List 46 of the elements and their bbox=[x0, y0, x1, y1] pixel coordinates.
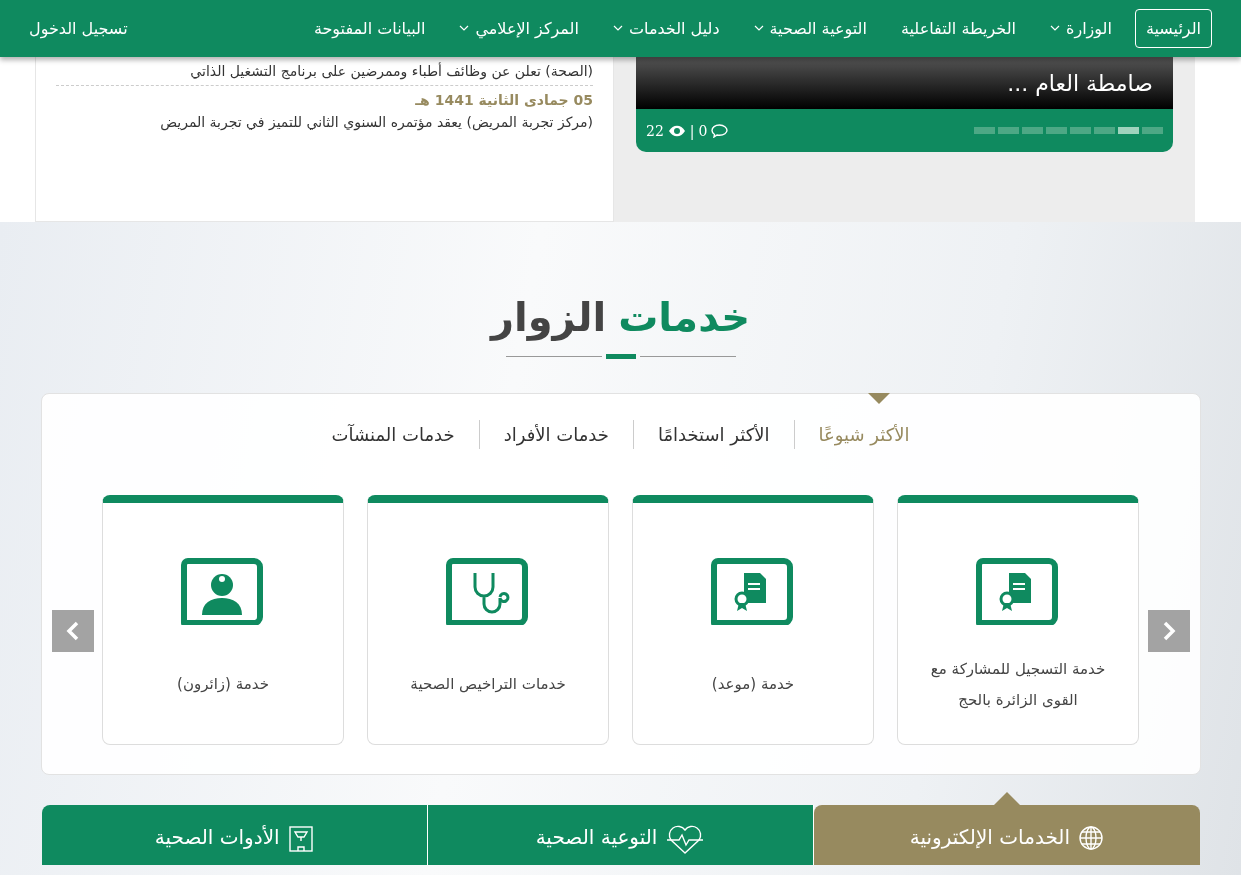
section-title: خدمات bbox=[618, 294, 751, 340]
nav-item[interactable]: الوزارة bbox=[1039, 9, 1123, 48]
comment-count: 0 bbox=[698, 122, 708, 139]
nav-item[interactable]: دليل الخدمات bbox=[601, 9, 731, 48]
document-icon bbox=[710, 557, 796, 625]
nav-item[interactable]: الرئيسية bbox=[1134, 9, 1212, 48]
tab-pointer bbox=[993, 792, 1020, 805]
service-label: خدمة التسجيل للمشاركة مع القوى الزائرة بالحج bbox=[929, 658, 1107, 711]
nav-item[interactable]: الخريطة التفاعلية bbox=[889, 9, 1027, 48]
globe-icon bbox=[1077, 825, 1104, 851]
document-icon bbox=[975, 557, 1061, 625]
stats-separator: | bbox=[689, 122, 695, 139]
category-tab[interactable]: التوعية الصحية bbox=[427, 805, 815, 865]
service-card[interactable]: خدمات التراخيص الصحية bbox=[367, 495, 609, 745]
nav-item[interactable]: البيانات المفتوحة bbox=[302, 9, 437, 48]
heart-pulse-icon bbox=[665, 825, 706, 855]
tab-pointer bbox=[867, 393, 890, 404]
service-card[interactable]: خدمة (موعد) bbox=[632, 495, 874, 745]
services-tab[interactable]: الأكثر شيوعًا bbox=[794, 420, 934, 449]
service-label: خدمات التراخيص الصحية bbox=[409, 674, 567, 695]
next-arrow-button[interactable] bbox=[1147, 610, 1190, 652]
services-tab[interactable]: الأكثر استخدامًا bbox=[633, 420, 795, 449]
chevron-left-icon bbox=[65, 620, 80, 642]
service-card[interactable]: خدمة (زائرون) bbox=[102, 495, 344, 745]
comment-icon bbox=[711, 123, 729, 138]
service-label: خدمة (زائرون) bbox=[176, 674, 270, 695]
nav-item[interactable]: المركز الإعلامي bbox=[448, 9, 590, 48]
service-card[interactable]: خدمة التسجيل للمشاركة مع القوى الزائرة بالحج bbox=[897, 495, 1139, 745]
chevron-right-icon bbox=[1161, 620, 1176, 642]
service-label: خدمة (موعد) bbox=[710, 674, 796, 695]
previous-arrow-button[interactable] bbox=[51, 610, 94, 652]
slide-caption: صامطة العام ... bbox=[1007, 70, 1153, 96]
login-link[interactable]: تسجيل الدخول bbox=[29, 19, 128, 38]
doctor-icon bbox=[180, 557, 266, 625]
services-tab[interactable]: خدمات الأفراد bbox=[479, 420, 634, 449]
eye-icon bbox=[667, 124, 686, 137]
view-count: 22 bbox=[646, 122, 664, 139]
news-title[interactable]: (مركز تجربة المريض) يعقد مؤتمره السنوي الثاني للتميز في تجربة المريض bbox=[56, 108, 593, 136]
section-title: الزوار bbox=[490, 294, 607, 340]
news-title[interactable]: (الصحة) تعلن عن وظائف أطباء وممرضين على برنامج التشغيل الذاتي bbox=[56, 57, 593, 85]
title-underline bbox=[605, 354, 636, 359]
nav-item[interactable]: التوعية الصحية bbox=[742, 9, 878, 48]
scale-icon bbox=[287, 825, 314, 853]
services-tab[interactable]: خدمات المنشآت bbox=[307, 420, 480, 449]
category-tab[interactable]: الأدوات الصحية bbox=[41, 805, 428, 865]
stethoscope-icon bbox=[445, 557, 531, 625]
